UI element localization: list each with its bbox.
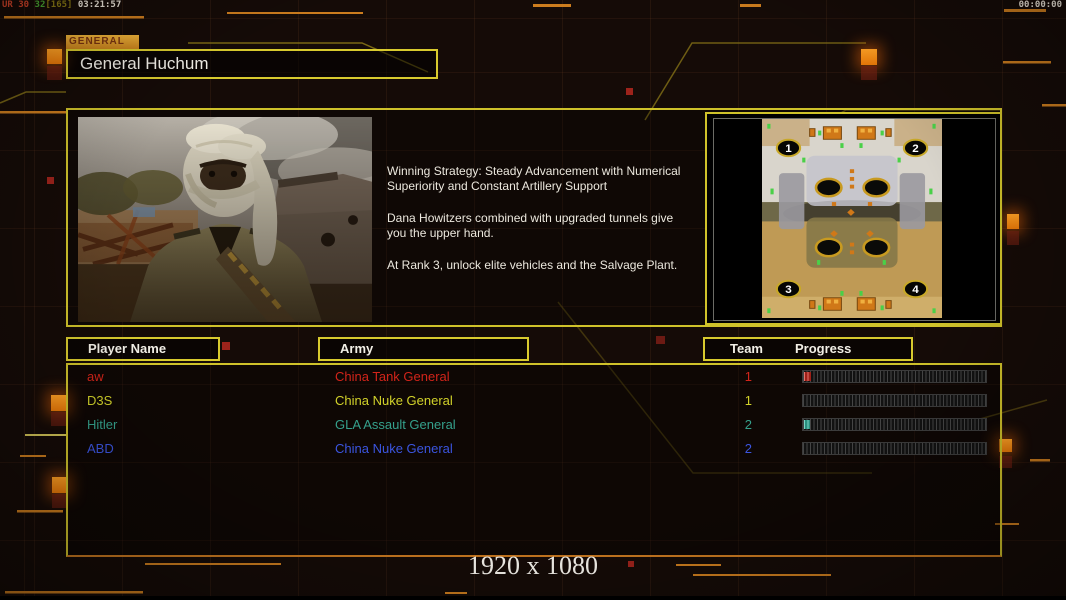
strategy-paragraph-1: Winning Strategy: Steady Advancement wit… <box>387 164 681 193</box>
debug-readout: UR 30 32[165] 03:21:57 <box>2 0 121 10</box>
player-name: D3S <box>87 393 113 408</box>
map-start-position-2: 2 <box>912 143 918 154</box>
map-start-position-4: 4 <box>912 284 919 295</box>
player-army: China Nuke General <box>335 393 453 408</box>
debug-val: 32 <box>34 0 46 10</box>
player-list-panel: aw China Tank General 1 D3S China Nuke G… <box>66 363 1002 557</box>
map-start-position-3: 3 <box>785 284 791 295</box>
header-player-name: Player Name <box>66 337 220 361</box>
strategy-text: Winning Strategy: Steady Advancement wit… <box>387 164 692 290</box>
player-army: GLA Assault General <box>335 417 456 432</box>
red-square <box>222 342 230 350</box>
player-progress-bar <box>802 394 987 407</box>
player-row: D3S China Nuke General 1 <box>68 389 1000 413</box>
player-team: 2 <box>744 417 752 432</box>
strategy-paragraph-3: At Rank 3, unlock elite vehicles and the… <box>387 258 678 272</box>
header-progress: Progress <box>795 341 852 356</box>
red-square <box>656 336 665 344</box>
general-portrait <box>78 117 372 322</box>
player-progress-fill <box>804 372 811 381</box>
player-team: 2 <box>744 441 752 456</box>
player-army: China Nuke General <box>335 441 453 456</box>
player-row: Hitler GLA Assault General 2 <box>68 413 1000 437</box>
player-name: ABD <box>87 441 114 456</box>
general-tab-label: GENERAL <box>66 35 139 49</box>
header-team-progress: Team Progress <box>703 337 913 361</box>
header-army: Army <box>318 337 529 361</box>
player-row: aw China Tank General 1 <box>68 365 1000 389</box>
player-row: ABD China Nuke General 2 <box>68 437 1000 461</box>
debug-fps: 30 <box>18 0 30 10</box>
glow-square <box>51 395 67 427</box>
debug-ur: UR <box>2 0 13 10</box>
strategy-paragraph-2: Dana Howitzers combined with upgraded tu… <box>387 211 674 240</box>
player-team: 1 <box>744 369 752 384</box>
glow-square <box>861 49 877 81</box>
player-progress-fill <box>804 420 810 429</box>
map-start-position-1: 1 <box>785 143 791 154</box>
loading-screen: UR 30 32[165] 03:21:57 00:00:00 GENERAL … <box>0 0 1066 600</box>
player-army: China Tank General <box>335 369 450 384</box>
glow-square <box>1007 214 1019 245</box>
player-name: aw <box>87 369 104 384</box>
resolution-label: 1920 x 1080 <box>468 551 598 580</box>
player-name: Hitler <box>87 417 118 432</box>
bottom-black-strip <box>0 596 1066 600</box>
general-name: General Huchum <box>80 54 209 73</box>
match-timer: 00:00:00 <box>1018 0 1062 10</box>
map-preview-box: 1 2 3 4 <box>705 112 1002 325</box>
general-name-box: General Huchum <box>66 49 438 79</box>
red-square <box>47 177 54 184</box>
map-preview-image: 1 2 3 4 <box>762 119 942 318</box>
player-progress-bar <box>802 418 987 431</box>
red-square <box>626 88 633 95</box>
debug-bracket: [165] <box>45 0 73 10</box>
header-team: Team <box>730 341 763 356</box>
map-preview-frame: 1 2 3 4 <box>713 118 996 321</box>
player-progress-bar <box>802 442 987 455</box>
player-team: 1 <box>744 393 752 408</box>
debug-clock: 03:21:57 <box>77 0 122 10</box>
player-progress-bar <box>802 370 987 383</box>
glow-square <box>47 49 62 80</box>
